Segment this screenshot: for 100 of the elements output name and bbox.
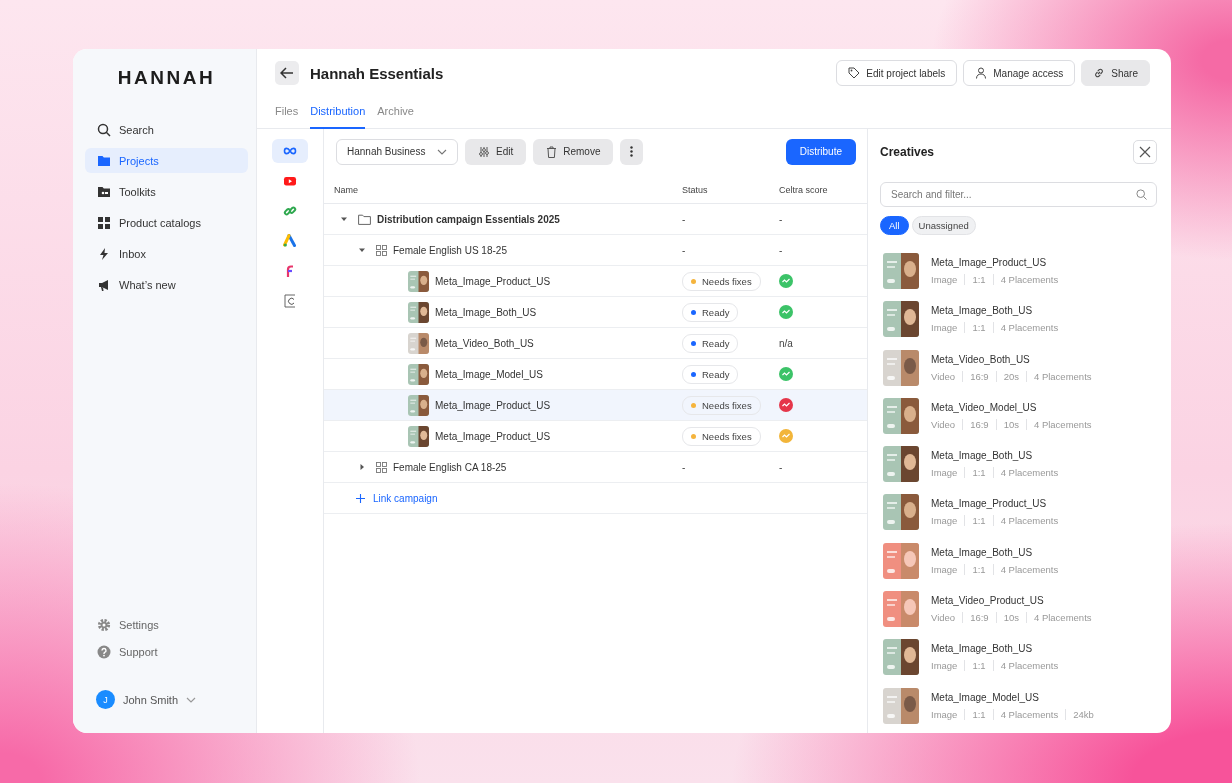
access-button[interactable]: Manage access <box>963 60 1076 86</box>
column-header: Celtra score <box>779 185 829 195</box>
meta-text: Image <box>931 467 959 479</box>
channel-tab[interactable] <box>272 139 308 163</box>
creative-item[interactable]: Meta_Image_Both_US Image 1:1 4 Placements <box>880 639 1157 676</box>
caret-icon[interactable] <box>358 463 366 471</box>
account-select[interactable]: Hannah Business <box>336 138 458 165</box>
meta-text: 1:1 <box>964 515 993 527</box>
column-header: Status <box>682 185 709 195</box>
creative-item[interactable]: Meta_Image_Product_US Image 1:1 4 Placements <box>880 253 1157 289</box>
creative-name: Meta_Video_Both_US <box>931 353 1031 365</box>
creative-item[interactable]: Meta_Image_Product_US Image 1:1 4 Placements <box>880 494 1157 531</box>
settings-icon <box>97 617 111 632</box>
meta-text: Image <box>931 515 959 527</box>
score-text: - <box>779 244 783 256</box>
bolt-icon <box>97 246 111 261</box>
trash-icon <box>546 145 558 158</box>
meta-text: 10s <box>995 612 1026 624</box>
sidebar-item[interactable]: Product catalogs <box>85 210 248 235</box>
creative-item[interactable]: Meta_Video_Model_US Video 16:9 10s 4 Placements <box>880 397 1157 434</box>
tab[interactable]: Archive <box>377 103 414 129</box>
chevron-down-icon <box>437 148 447 155</box>
table-row[interactable]: Meta_Image_Both_US Ready <box>324 297 867 328</box>
search-icon <box>97 122 111 137</box>
creative-item[interactable]: Meta_Video_Both_US Video 16:9 20s 4 Placements <box>880 349 1157 386</box>
search-field[interactable]: Search and filter... <box>880 182 1157 207</box>
tab[interactable]: Files <box>275 103 299 129</box>
meta-text: 4 Placements <box>992 274 1066 285</box>
table-row[interactable]: Meta_Image_Product_US Needs fixes <box>324 390 867 421</box>
more-icon <box>630 146 634 157</box>
creative-name: Meta_Image_Model_US <box>931 691 1040 703</box>
table-row[interactable]: Meta_Image_Product_US Needs fixes <box>324 266 867 297</box>
labels-button[interactable]: Edit project labels <box>836 60 958 86</box>
filter-chip[interactable]: Unassigned <box>911 216 976 235</box>
sidebar-item[interactable]: Inbox <box>85 241 248 266</box>
user-menu[interactable]: J John Smith <box>96 690 248 709</box>
share-button[interactable]: Share <box>1081 60 1150 86</box>
back-button[interactable] <box>275 61 299 85</box>
close-button[interactable] <box>1133 140 1157 164</box>
meta-text: 1:1 <box>964 467 993 479</box>
distribute-button[interactable]: Distribute <box>785 138 856 165</box>
meta-text: 4 Placements <box>992 563 1066 575</box>
status-badge: Ready <box>682 333 739 353</box>
more-button[interactable] <box>620 138 644 165</box>
creative-item[interactable]: Meta_Video_Product_US Video 16:9 10s 4 Placements <box>880 591 1157 628</box>
meta-text: 16:9 <box>962 418 996 430</box>
link-campaign-button[interactable]: Link campaign <box>356 492 438 504</box>
folder-icon <box>97 153 111 168</box>
remove-button[interactable]: Remove <box>533 138 614 165</box>
meta-text: 1:1 <box>964 660 993 672</box>
filter-chip[interactable]: All <box>880 216 909 235</box>
meta-text: 4 Placements <box>1025 370 1099 382</box>
sidebar-item[interactable]: Projects <box>85 148 248 173</box>
search-icon <box>1136 189 1147 200</box>
creative-item[interactable]: Meta_Image_Both_US Image 1:1 4 Placements <box>880 301 1157 338</box>
page-title: Hannah Essentials <box>310 64 444 82</box>
table-row[interactable]: Female English CA 18-25 - - <box>324 452 867 483</box>
caret-icon[interactable] <box>340 215 348 223</box>
sidebar-item[interactable]: Toolkits <box>85 179 248 204</box>
play-icon <box>283 174 297 188</box>
grid-icon <box>97 215 111 230</box>
sidebar-item[interactable]: Settings <box>85 612 248 637</box>
meta-text: Video <box>931 612 957 624</box>
creative-name: Meta_Image_Product_US <box>435 430 551 442</box>
creative-name: Meta_Image_Both_US <box>931 546 1034 558</box>
sliders-icon <box>478 145 490 158</box>
help-icon <box>97 644 111 659</box>
table-row[interactable]: Female English US 18-25 - - <box>324 235 867 266</box>
table-row[interactable]: Meta_Image_Product_US Needs fixes <box>324 421 867 452</box>
score-text: - <box>779 461 783 473</box>
status-text: - <box>682 244 686 256</box>
sidebar-item[interactable]: Search <box>85 117 248 142</box>
frame-icon <box>283 294 297 308</box>
tab[interactable]: Distribution <box>310 103 366 129</box>
score-text: - <box>779 213 783 225</box>
creative-name: Meta_Image_Product_US <box>435 399 551 411</box>
status-badge: Needs fixes <box>682 395 761 415</box>
user-icon <box>975 67 988 79</box>
creative-item[interactable]: Meta_Image_Both_US Image 1:1 4 Placements <box>880 542 1157 579</box>
caret-icon[interactable] <box>358 246 366 254</box>
table-row[interactable]: Meta_Video_Both_US Ready n/a <box>324 328 867 359</box>
creative-name: Meta_Video_Both_US <box>435 337 534 349</box>
megaphone-icon <box>97 277 111 292</box>
sidebar-item[interactable]: What’s new <box>85 272 248 297</box>
plus-icon <box>356 493 365 503</box>
table-row[interactable]: Distribution campaign Essentials 2025 - - <box>324 204 867 235</box>
column-header: Name <box>334 185 359 195</box>
creative-name: Meta_Image_Product_US <box>931 257 1048 268</box>
meta-text: 1:1 <box>964 563 993 575</box>
meta-text: 4 Placements <box>992 708 1066 720</box>
meta-text: 10s <box>995 418 1026 430</box>
avatar: J <box>96 690 115 709</box>
meta-text: 4 Placements <box>1025 612 1099 624</box>
ad-set-name: Female English CA 18-25 <box>393 461 507 473</box>
sidebar-item[interactable]: Support <box>85 639 248 664</box>
creative-name: Meta_Image_Product_US <box>931 498 1048 510</box>
edit-button[interactable]: Edit <box>465 138 527 165</box>
ad-set-name: Female English US 18-25 <box>393 244 507 256</box>
creative-item[interactable]: Meta_Image_Model_US Image 1:1 4 Placements 24kb <box>880 687 1157 724</box>
creative-item[interactable]: Meta_Image_Both_US Image 1:1 4 Placements <box>880 446 1157 483</box>
